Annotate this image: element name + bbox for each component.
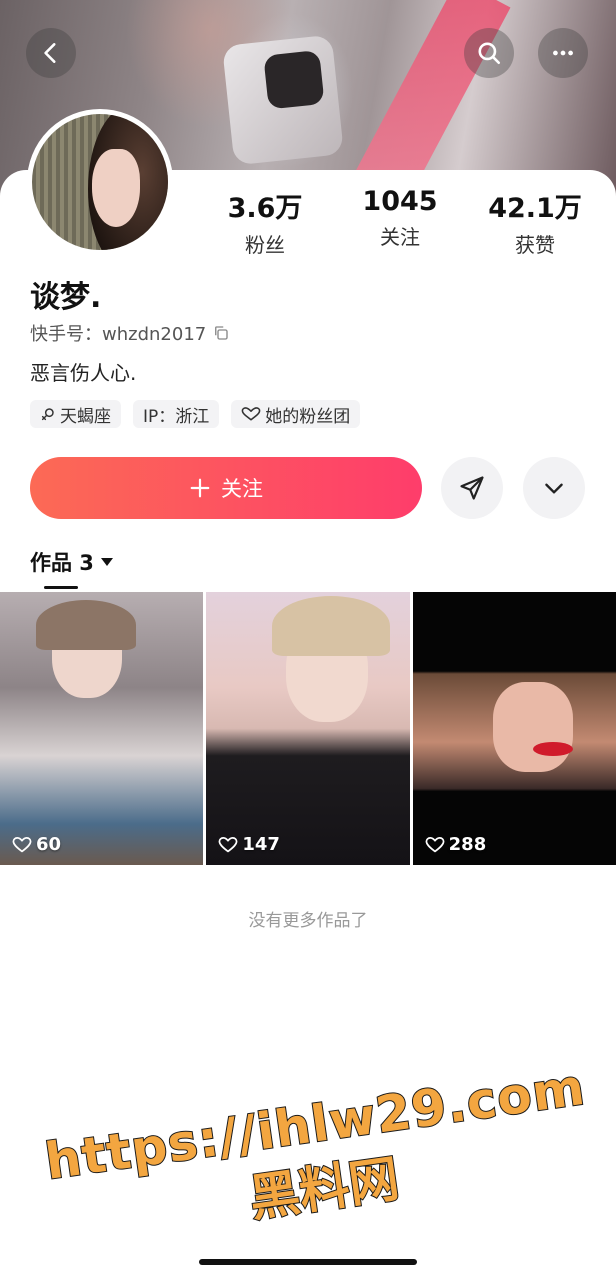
chevron-down-icon bbox=[545, 483, 563, 494]
stat-value: 3.6万 bbox=[227, 193, 303, 224]
tag-zodiac[interactable]: 天蝎座 bbox=[30, 400, 121, 428]
tab-works[interactable]: 作品 3 bbox=[30, 547, 114, 577]
stat-label: 关注 bbox=[380, 225, 420, 249]
copy-icon[interactable] bbox=[212, 324, 230, 342]
caret-down-icon bbox=[100, 558, 113, 566]
chevron-left-icon bbox=[44, 43, 56, 63]
send-icon bbox=[460, 476, 484, 500]
back-button[interactable] bbox=[26, 28, 76, 78]
like-count: 288 bbox=[425, 834, 487, 855]
tag-text: 她的粉丝团 bbox=[265, 406, 351, 427]
stat-likes[interactable]: 42.1万 获赞 bbox=[480, 186, 590, 258]
more-button[interactable] bbox=[538, 28, 588, 78]
heart-outline-icon bbox=[241, 407, 261, 421]
share-button[interactable] bbox=[441, 457, 503, 519]
stat-label: 获赞 bbox=[515, 233, 555, 257]
kuaishou-id-text: 快手号：whzdn2017 bbox=[30, 324, 207, 345]
profile-tags: 天蝎座 IP：浙江 她的粉丝团 bbox=[30, 400, 361, 428]
work-thumbnail[interactable]: 288 bbox=[412, 592, 616, 865]
profile-stats: 3.6万 粉丝 1045 关注 42.1万 获赞 bbox=[210, 186, 590, 258]
tag-ip: IP：浙江 bbox=[133, 400, 220, 428]
profile-name: 谈梦. bbox=[30, 280, 102, 315]
tag-fan-club[interactable]: 她的粉丝团 bbox=[231, 400, 361, 428]
stat-following[interactable]: 1045 关注 bbox=[345, 186, 455, 258]
follow-button[interactable]: 关注 bbox=[30, 457, 422, 519]
search-icon bbox=[478, 42, 501, 65]
tag-text: 天蝎座 bbox=[60, 406, 111, 427]
more-horizontal-icon bbox=[553, 50, 573, 56]
works-tab-label: 作品 3 bbox=[30, 551, 94, 575]
like-count: 147 bbox=[218, 834, 280, 855]
works-grid: 60 147 288 bbox=[0, 592, 616, 865]
heart-outline-icon bbox=[425, 836, 445, 852]
work-thumbnail[interactable]: 147 bbox=[206, 592, 410, 865]
work-thumbnail[interactable]: 60 bbox=[0, 592, 204, 865]
avatar[interactable] bbox=[27, 109, 173, 255]
heart-outline-icon bbox=[12, 836, 32, 852]
stat-followers[interactable]: 3.6万 粉丝 bbox=[210, 186, 320, 258]
heart-outline-icon bbox=[218, 836, 238, 852]
tab-indicator bbox=[44, 586, 78, 589]
home-indicator[interactable] bbox=[199, 1259, 417, 1265]
expand-button[interactable] bbox=[523, 457, 585, 519]
no-more-works-text: 没有更多作品了 bbox=[248, 911, 368, 931]
stat-label: 粉丝 bbox=[245, 233, 285, 257]
search-button[interactable] bbox=[464, 28, 514, 78]
like-count-text: 288 bbox=[448, 834, 487, 855]
like-count-text: 147 bbox=[242, 834, 280, 855]
tag-text: IP：浙江 bbox=[143, 406, 210, 427]
female-icon bbox=[41, 408, 54, 421]
stat-value: 1045 bbox=[362, 186, 438, 217]
like-count-text: 60 bbox=[36, 834, 62, 855]
kuaishou-id-row: 快手号：whzdn2017 bbox=[30, 320, 230, 346]
follow-button-label: 关注 bbox=[221, 477, 263, 501]
profile-bio: 恶言伤人心. bbox=[30, 361, 137, 385]
cover-phone bbox=[222, 34, 344, 166]
plus-icon bbox=[190, 478, 210, 498]
stat-value: 42.1万 bbox=[488, 193, 582, 224]
like-count: 60 bbox=[12, 834, 61, 855]
